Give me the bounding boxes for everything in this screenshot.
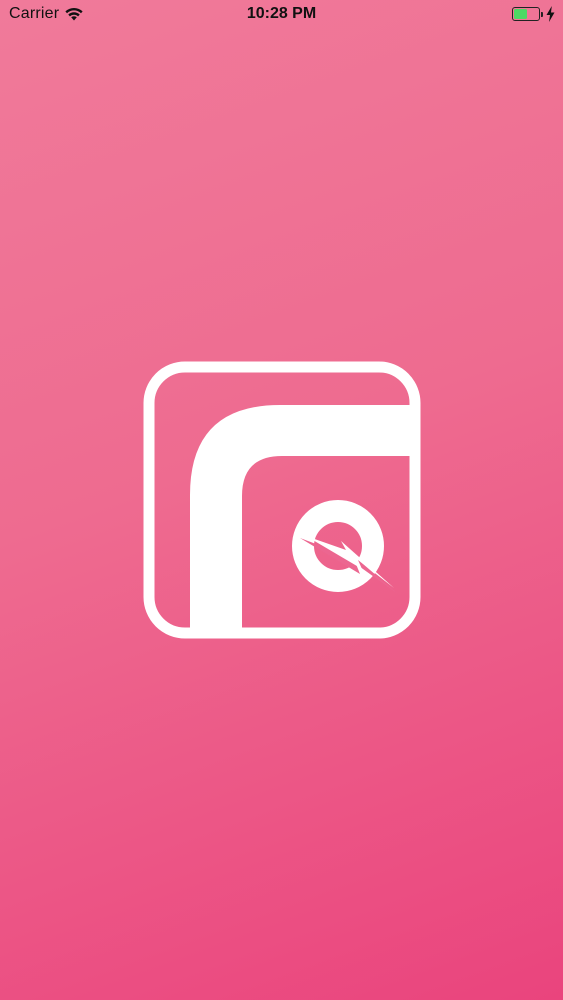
status-bar: Carrier 10:28 PM [0, 0, 563, 30]
battery-group [512, 6, 555, 22]
splash-screen: Carrier 10:28 PM [0, 0, 563, 1000]
battery-icon [512, 7, 543, 21]
fq-app-logo-icon [143, 361, 421, 639]
battery-level-fill [514, 9, 527, 19]
charging-bolt-icon [546, 6, 555, 22]
status-time: 10:28 PM [246, 5, 317, 22]
